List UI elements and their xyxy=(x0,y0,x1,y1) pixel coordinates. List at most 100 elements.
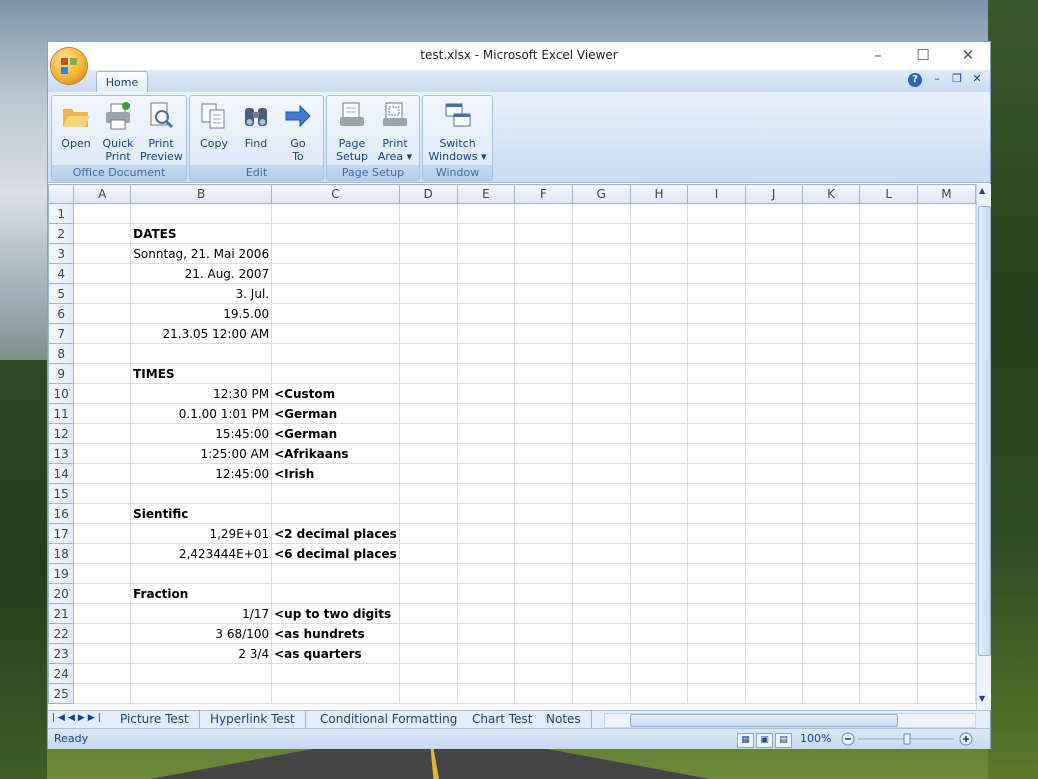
cell-m21[interactable] xyxy=(916,603,976,624)
cell-c24[interactable] xyxy=(271,663,400,684)
cell-j8[interactable] xyxy=(744,343,803,364)
cell-b16[interactable]: Sientific xyxy=(130,503,273,524)
scroll-up-icon[interactable]: ▲ xyxy=(979,186,985,195)
cell-e16[interactable] xyxy=(456,503,516,524)
print-area-button[interactable]: Print Area ▾ xyxy=(374,100,416,163)
cell-k5[interactable] xyxy=(801,283,861,304)
row-header[interactable]: 16 xyxy=(48,503,75,524)
cell-e17[interactable] xyxy=(456,523,516,544)
cell-f15[interactable] xyxy=(514,483,573,504)
cell-a20[interactable] xyxy=(73,583,132,604)
cell-m2[interactable] xyxy=(916,223,976,244)
row-header[interactable]: 10 xyxy=(48,383,75,404)
ribbon-close-icon[interactable]: ✕ xyxy=(970,72,984,85)
cell-i23[interactable] xyxy=(687,643,746,664)
cell-d6[interactable] xyxy=(398,303,458,324)
cell-f22[interactable] xyxy=(514,623,573,644)
cell-a17[interactable] xyxy=(73,523,132,544)
cell-m19[interactable] xyxy=(916,563,976,584)
cell-i5[interactable] xyxy=(687,283,746,304)
cell-h19[interactable] xyxy=(629,563,689,584)
cell-g13[interactable] xyxy=(571,443,631,464)
cell-m22[interactable] xyxy=(916,623,976,644)
cell-d5[interactable] xyxy=(398,283,458,304)
cell-m9[interactable] xyxy=(916,363,976,384)
cell-l21[interactable] xyxy=(859,603,918,624)
cell-h21[interactable] xyxy=(629,603,689,624)
cell-a4[interactable] xyxy=(73,263,132,284)
row-header[interactable]: 24 xyxy=(48,663,75,684)
cell-l5[interactable] xyxy=(859,283,918,304)
cell-f4[interactable] xyxy=(514,263,573,284)
cell-j1[interactable] xyxy=(744,203,803,224)
row-header[interactable]: 1 xyxy=(48,203,75,224)
cell-f12[interactable] xyxy=(514,423,573,444)
cell-i14[interactable] xyxy=(687,463,746,484)
cell-e11[interactable] xyxy=(456,403,516,424)
cell-k11[interactable] xyxy=(801,403,861,424)
cell-b20[interactable]: Fraction xyxy=(130,583,273,604)
cell-b19[interactable] xyxy=(130,563,273,584)
cell-k2[interactable] xyxy=(801,223,861,244)
cell-h8[interactable] xyxy=(629,343,689,364)
cell-b14[interactable]: 12:45:00 xyxy=(130,463,273,484)
row-header[interactable]: 14 xyxy=(48,463,75,484)
cell-d7[interactable] xyxy=(398,323,458,344)
cell-h2[interactable] xyxy=(629,223,689,244)
row-header[interactable]: 25 xyxy=(48,683,75,704)
cell-b9[interactable]: TIMES xyxy=(130,363,273,384)
cell-k21[interactable] xyxy=(801,603,861,624)
normal-view-icon[interactable]: ▦ xyxy=(737,733,754,748)
cell-j4[interactable] xyxy=(744,263,803,284)
zoom-slider[interactable] xyxy=(840,731,974,747)
cell-a10[interactable] xyxy=(73,383,132,404)
cell-g25[interactable] xyxy=(571,683,631,704)
cell-c23[interactable]: <as quarters xyxy=(271,643,400,664)
tab-home[interactable]: Home xyxy=(96,71,148,93)
cell-i17[interactable] xyxy=(687,523,746,544)
cell-b2[interactable]: DATES xyxy=(130,223,273,244)
cell-i6[interactable] xyxy=(687,303,746,324)
column-header-h[interactable]: H xyxy=(629,184,689,204)
cell-h25[interactable] xyxy=(629,683,689,704)
cell-h23[interactable] xyxy=(629,643,689,664)
cell-m1[interactable] xyxy=(916,203,976,224)
cell-a24[interactable] xyxy=(73,663,132,684)
cell-g16[interactable] xyxy=(571,503,631,524)
cell-a12[interactable] xyxy=(73,423,132,444)
cell-h11[interactable] xyxy=(629,403,689,424)
cell-e25[interactable] xyxy=(456,683,516,704)
cell-a15[interactable] xyxy=(73,483,132,504)
cell-e10[interactable] xyxy=(456,383,516,404)
cell-c6[interactable] xyxy=(271,303,400,324)
cell-c18[interactable]: <6 decimal places xyxy=(271,543,400,564)
cell-k25[interactable] xyxy=(801,683,861,704)
cell-j23[interactable] xyxy=(744,643,803,664)
cell-i19[interactable] xyxy=(687,563,746,584)
cell-a19[interactable] xyxy=(73,563,132,584)
cell-j9[interactable] xyxy=(744,363,803,384)
cell-k12[interactable] xyxy=(801,423,861,444)
cell-m3[interactable] xyxy=(916,243,976,264)
cell-k10[interactable] xyxy=(801,383,861,404)
cell-g19[interactable] xyxy=(571,563,631,584)
cell-m4[interactable] xyxy=(916,263,976,284)
column-header-a[interactable]: A xyxy=(73,184,132,204)
cell-d19[interactable] xyxy=(398,563,458,584)
cell-b25[interactable] xyxy=(130,683,273,704)
cell-k19[interactable] xyxy=(801,563,861,584)
cell-f24[interactable] xyxy=(514,663,573,684)
cell-c5[interactable] xyxy=(271,283,400,304)
help-icon[interactable]: ? xyxy=(908,73,922,87)
cell-h16[interactable] xyxy=(629,503,689,524)
vertical-scroll-thumb[interactable] xyxy=(978,206,991,656)
cell-f1[interactable] xyxy=(514,203,573,224)
sheet-tab[interactable]: Chart Test xyxy=(462,711,544,728)
vertical-scrollbar[interactable]: ▲ ▼ xyxy=(976,184,991,710)
cell-k24[interactable] xyxy=(801,663,861,684)
cell-j18[interactable] xyxy=(744,543,803,564)
cell-i20[interactable] xyxy=(687,583,746,604)
cell-k9[interactable] xyxy=(801,363,861,384)
cell-j2[interactable] xyxy=(744,223,803,244)
cell-c17[interactable]: <2 decimal places xyxy=(271,523,400,544)
